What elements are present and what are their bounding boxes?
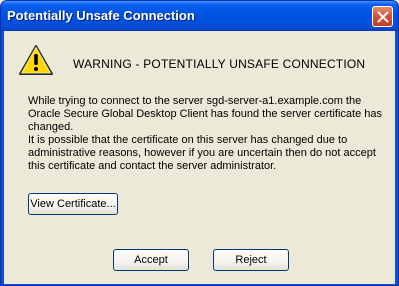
warning-message: While trying to connect to the server sg… xyxy=(28,95,388,173)
view-certificate-button[interactable]: View Certificate... xyxy=(28,193,118,215)
message-paragraph-1: While trying to connect to the server sg… xyxy=(28,95,383,133)
warning-heading: WARNING - POTENTIALLY UNSAFE CONNECTION xyxy=(73,57,366,71)
reject-button[interactable]: Reject xyxy=(213,249,289,271)
dialog-window: Potentially Unsafe Connection WARNING - … xyxy=(0,0,399,286)
close-icon xyxy=(377,11,389,23)
window-title: Potentially Unsafe Connection xyxy=(7,8,195,23)
dialog-content: WARNING - POTENTIALLY UNSAFE CONNECTION … xyxy=(4,31,395,284)
message-paragraph-2: It is possible that the certificate on t… xyxy=(28,134,376,172)
close-button[interactable] xyxy=(372,6,393,27)
warning-icon xyxy=(19,45,53,75)
accept-button[interactable]: Accept xyxy=(113,249,189,271)
title-bar[interactable]: Potentially Unsafe Connection xyxy=(1,1,398,31)
